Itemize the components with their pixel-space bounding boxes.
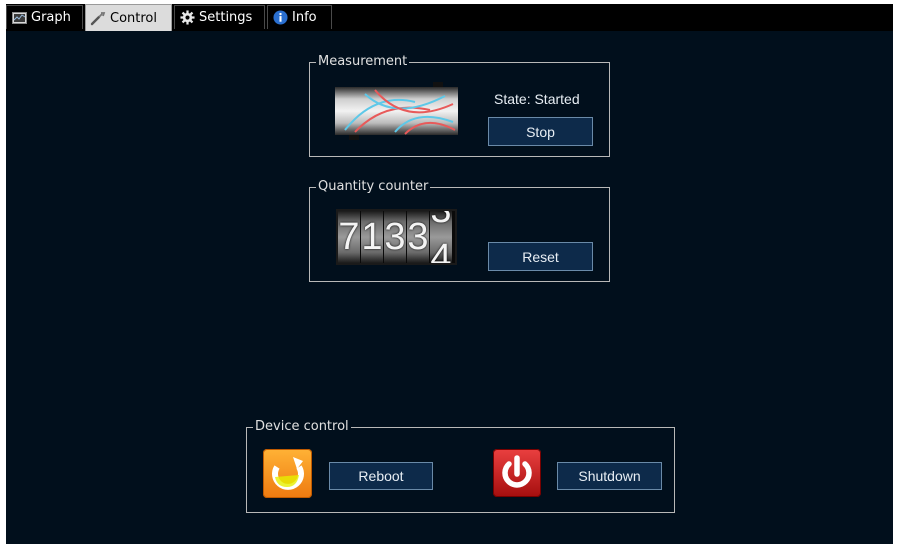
counter-digit: 3 xyxy=(407,211,430,263)
tab-bar: Graph Control Settings Info xyxy=(6,4,893,31)
measurement-group: Measurement State: Started Stop xyxy=(309,54,610,157)
tab-info[interactable]: Info xyxy=(267,5,332,29)
tab-label: Info xyxy=(292,10,317,25)
tab-settings[interactable]: Settings xyxy=(174,5,265,29)
tab-label: Graph xyxy=(31,10,71,25)
counter-digit-top: 3 xyxy=(430,211,451,232)
reboot-icon[interactable] xyxy=(263,449,312,498)
reset-button[interactable]: Reset xyxy=(488,242,593,271)
tab-graph[interactable]: Graph xyxy=(6,5,83,29)
device-control-group: Device control Reboot Shutdown xyxy=(246,419,675,513)
tab-label: Control xyxy=(110,10,157,26)
info-icon xyxy=(272,10,288,26)
flow-sensor-icon xyxy=(335,82,458,142)
tab-label: Settings xyxy=(199,10,253,25)
device-control-title: Device control xyxy=(253,419,351,435)
quantity-counter-group: Quantity counter 7 1 3 3 3 4 Reset xyxy=(309,179,610,282)
counter-digit: 7 xyxy=(338,211,361,263)
stop-button[interactable]: Stop xyxy=(488,117,593,146)
power-icon[interactable] xyxy=(493,449,541,497)
gear-icon xyxy=(179,10,195,26)
counter-digit-rolling: 3 4 xyxy=(430,211,453,263)
tab-control[interactable]: Control xyxy=(85,4,172,31)
counter-digit: 1 xyxy=(361,211,384,263)
app-window: Graph Control Settings Info Measurement xyxy=(6,4,893,544)
measurement-title: Measurement xyxy=(316,54,410,70)
quantity-counter-display: 7 1 3 3 3 4 xyxy=(336,209,457,265)
measurement-state: State: Started xyxy=(494,91,580,107)
wrench-icon xyxy=(90,10,106,26)
graph-icon xyxy=(11,10,27,26)
counter-digit-bottom: 4 xyxy=(430,237,452,263)
quantity-counter-title: Quantity counter xyxy=(316,179,431,195)
counter-digit: 3 xyxy=(384,211,407,263)
reboot-button[interactable]: Reboot xyxy=(329,462,433,490)
shutdown-button[interactable]: Shutdown xyxy=(557,462,662,490)
